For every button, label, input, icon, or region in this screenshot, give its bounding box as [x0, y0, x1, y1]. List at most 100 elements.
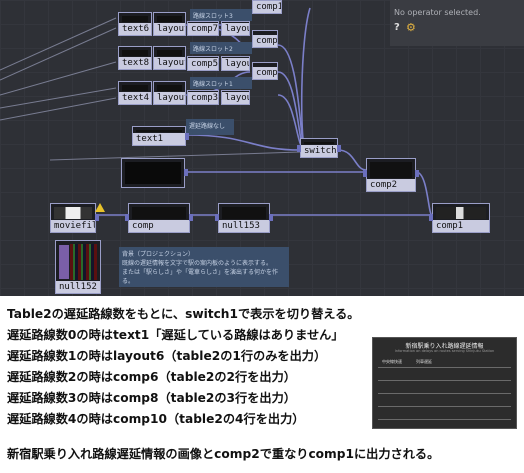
description-line-5: 遅延路線数3の時はcomp8（table2の3行を出力） — [7, 391, 296, 405]
output-connector[interactable] — [184, 168, 188, 176]
layout9-node[interactable]: layout9 — [153, 46, 186, 70]
board-subtitle: Information on delays on routes serving … — [394, 349, 495, 353]
node-label: text6 — [119, 23, 151, 35]
comp6-node[interactable]: comp6 — [252, 30, 278, 48]
slot1-note-text: 路線スロット1 — [193, 81, 233, 88]
description-line-1: Table2の遅延路線数をもとに、switch1で表示を切り替える。 — [7, 307, 360, 321]
node-label: comp10 — [253, 1, 281, 13]
comp5-node[interactable]: comp5 — [187, 56, 219, 71]
node-preview — [157, 85, 182, 91]
node-preview — [122, 16, 148, 22]
no-delay-note-text: 遅延路線なし — [189, 123, 226, 130]
node-preview — [436, 207, 486, 219]
switch1-node[interactable]: switch1 — [297, 138, 341, 158]
node-preview — [136, 130, 182, 132]
board-row — [378, 397, 511, 407]
node-side-toolbar[interactable] — [59, 245, 69, 279]
layout8-node[interactable]: layout8 — [221, 56, 250, 71]
comp7-node[interactable]: comp7 — [187, 21, 219, 36]
board-status: 列車遅延 — [416, 359, 432, 364]
background-note-line1: 既線の遅延情報を文字で駅の案内板のように表示する。 — [122, 260, 273, 267]
output-connector[interactable] — [185, 133, 189, 141]
operator-icon[interactable]: ⚙ — [406, 21, 416, 34]
description-line-3: 遅延路線数1の時はlayout6（table2の1行のみを出力） — [7, 349, 327, 363]
background-note-title: 背景（プロジェクション） — [122, 251, 195, 258]
slot1-note: 路線スロット1 — [190, 77, 252, 89]
node-preview — [122, 50, 148, 56]
node-preview — [122, 85, 148, 91]
background-note: 背景（プロジェクション） 既線の遅延情報を文字で駅の案内板のように表示する。 ま… — [119, 247, 289, 287]
input-connector[interactable] — [215, 213, 219, 221]
node-preview — [370, 162, 412, 178]
layout5-node[interactable]: layout5 — [153, 81, 186, 105]
input-connector[interactable] — [125, 213, 129, 221]
node-network-editor[interactable]: 路線スロット3 text6 layout11 comp7 layout3 com… — [0, 0, 524, 296]
slot3-note: 路線スロット3 — [190, 9, 252, 21]
node-label: text8 — [119, 57, 151, 69]
null153-node[interactable]: null153 — [215, 203, 273, 233]
input-connector[interactable] — [297, 145, 301, 153]
background-preview-node[interactable] — [121, 158, 188, 188]
input-connector[interactable] — [363, 170, 367, 178]
warning-icon[interactable] — [95, 203, 105, 212]
node-preview — [132, 207, 186, 219]
description-line-4: 遅延路線数2の時はcomp6（table2の2行を出力） — [7, 370, 296, 384]
node-label: text1 — [133, 133, 185, 145]
board-row — [378, 371, 511, 381]
node-label: switch1 — [301, 145, 337, 157]
output-connector[interactable] — [415, 170, 419, 178]
node-label: layout1 — [222, 92, 249, 104]
node-preview — [222, 207, 266, 219]
node-label: layout3 — [222, 23, 249, 35]
layout3-node[interactable]: layout3 — [221, 21, 250, 36]
board-line-name: 中央線快速 — [382, 359, 402, 364]
node-label: layout11 — [154, 23, 185, 35]
input-connector[interactable] — [429, 213, 433, 221]
comp2-node[interactable]: comp2 — [363, 158, 419, 192]
node-label: comp7 — [188, 23, 218, 35]
comp1-node[interactable]: comp1 — [429, 203, 490, 233]
node-label: layout8 — [222, 58, 249, 70]
board-row: 中央線快速 列車遅延 — [378, 358, 511, 368]
text6-node[interactable]: text6 — [118, 12, 152, 36]
comp8-node[interactable]: comp8 — [252, 62, 278, 80]
moviefilein14-node[interactable]: moviefilein14 — [50, 203, 99, 233]
node-label: text4 — [119, 92, 151, 104]
board-row — [378, 410, 511, 420]
delay-info-board: 新宿駅乗り入れ路線遅延情報 Information on delays on r… — [372, 337, 517, 429]
output-connector[interactable] — [337, 145, 341, 153]
node-label: null152 — [56, 281, 100, 293]
slot2-note-text: 路線スロット2 — [193, 46, 233, 53]
board-row — [378, 384, 511, 394]
comp-node[interactable]: comp — [125, 203, 193, 233]
operator-info-panel: No operator selected. ? ⚙ — [390, 0, 524, 46]
text1-node[interactable]: text1 — [132, 126, 189, 146]
layout1-node[interactable]: layout1 — [221, 90, 250, 105]
node-label: comp6 — [253, 35, 277, 47]
comp3-node[interactable]: comp3 — [187, 90, 219, 105]
null152-node[interactable]: null152 — [55, 240, 101, 294]
node-label: layout5 — [154, 92, 185, 104]
node-label: comp5 — [188, 58, 218, 70]
node-label: layout9 — [154, 57, 185, 69]
node-label: comp1 — [433, 220, 489, 232]
no-delay-note: 遅延路線なし — [186, 119, 234, 135]
output-connector[interactable] — [95, 213, 99, 221]
description-line-2: 遅延路線数0の時はtext1「遅延している路線はありません」 — [7, 328, 344, 342]
text4-node[interactable]: text4 — [118, 81, 152, 105]
node-preview — [157, 16, 182, 22]
node-preview — [304, 142, 334, 144]
output-connector[interactable] — [269, 213, 273, 221]
comp10-node[interactable]: comp10 — [252, 0, 282, 14]
no-operator-status: No operator selected. — [394, 8, 481, 17]
layout11-node[interactable]: layout11 — [153, 12, 186, 36]
node-preview — [70, 244, 97, 280]
node-label: comp8 — [253, 67, 277, 79]
text8-node[interactable]: text8 — [118, 46, 152, 70]
output-connector[interactable] — [189, 213, 193, 221]
node-label: comp3 — [188, 92, 218, 104]
node-preview — [157, 50, 182, 56]
question-icon[interactable]: ? — [394, 22, 400, 33]
node-preview — [125, 162, 181, 184]
slot3-note-text: 路線スロット3 — [193, 13, 233, 20]
